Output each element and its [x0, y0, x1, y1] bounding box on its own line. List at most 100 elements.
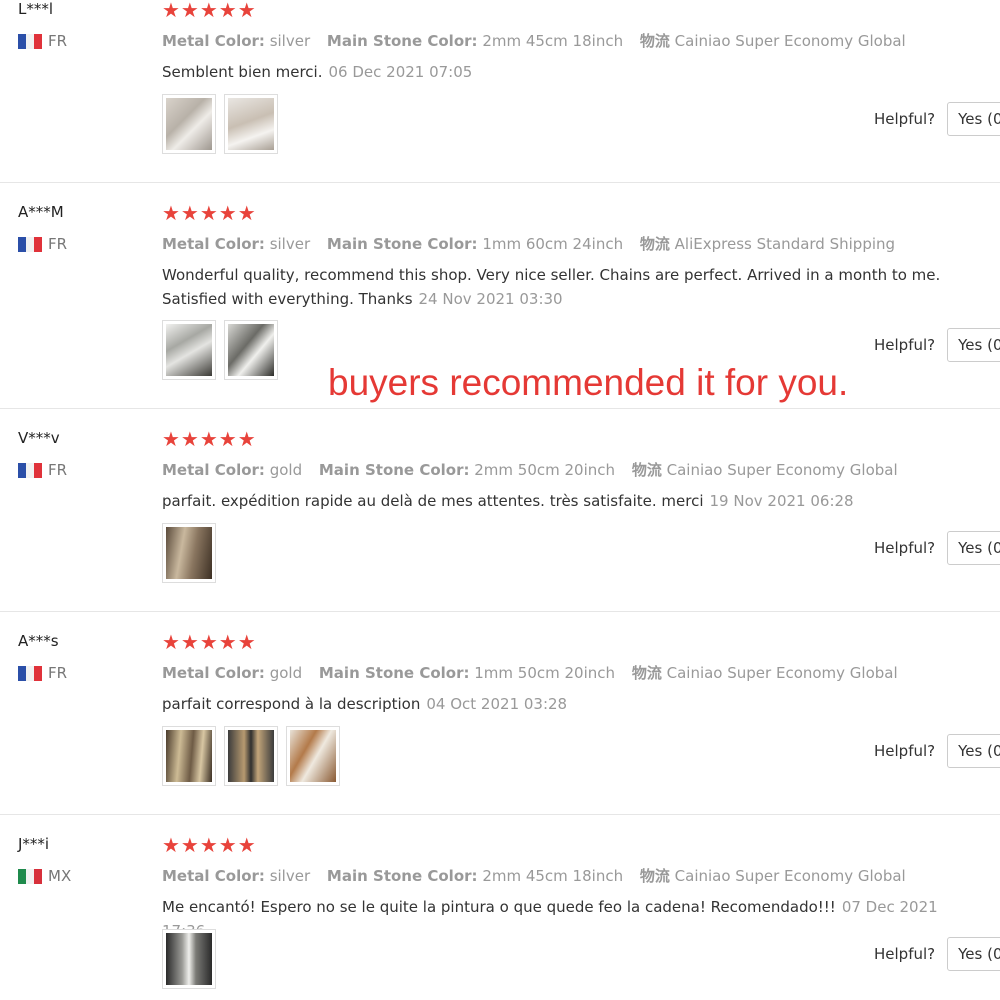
- review-date: 06 Dec 2021 07:05: [328, 63, 473, 81]
- review-text: Me encantó! Espero no se le quite la pin…: [162, 895, 982, 943]
- helpful-label: Helpful?: [874, 110, 936, 128]
- review-text: parfait. expédition rapide au delà de me…: [162, 489, 982, 513]
- helpful-yes-button[interactable]: Yes (0): [947, 328, 1000, 362]
- attr-value: silver: [269, 32, 311, 50]
- review-body: Me encantó! Espero no se le quite la pin…: [162, 898, 836, 916]
- country: FR: [18, 664, 67, 682]
- review-item: L***l FR ★★★★★ Metal Color: silver Main …: [0, 0, 1000, 183]
- helpful-section: Helpful? Yes (0): [874, 937, 1000, 971]
- attr-label: Main Stone Color:: [326, 32, 478, 50]
- review-image-thumbnail[interactable]: [162, 929, 216, 989]
- attr-value: Cainiao Super Economy Global: [674, 32, 906, 50]
- attr-value: Cainiao Super Economy Global: [666, 664, 898, 682]
- attr-value: silver: [269, 235, 311, 253]
- attr-label: Metal Color:: [162, 461, 265, 479]
- country: MX: [18, 867, 71, 885]
- attr-label: 物流: [631, 664, 662, 682]
- review-image-thumbnail[interactable]: [162, 726, 216, 786]
- attr-value: 2mm 50cm 20inch: [474, 461, 616, 479]
- star-rating: ★★★★★: [162, 427, 257, 451]
- helpful-section: Helpful? Yes (0): [874, 102, 1000, 136]
- sku-attributes: Metal Color: silver Main Stone Color: 1m…: [162, 233, 907, 254]
- review-body: parfait. expédition rapide au delà de me…: [162, 492, 704, 510]
- mexico-flag-icon: [18, 868, 42, 884]
- review-text: parfait correspond à la description 04 Oc…: [162, 692, 982, 716]
- attr-label: 物流: [639, 867, 670, 885]
- sku-attributes: Metal Color: silver Main Stone Color: 2m…: [162, 30, 918, 51]
- attr-label: Metal Color:: [162, 664, 265, 682]
- user-name: J***i: [18, 835, 50, 853]
- sku-attributes: Metal Color: silver Main Stone Color: 2m…: [162, 865, 918, 886]
- attr-label: 物流: [639, 235, 670, 253]
- review-images: [162, 523, 224, 583]
- attr-label: 物流: [631, 461, 662, 479]
- review-images: [162, 929, 224, 989]
- review-image-thumbnail[interactable]: [162, 94, 216, 154]
- country-code: FR: [48, 235, 68, 253]
- review-images: [162, 320, 286, 380]
- helpful-section: Helpful? Yes (0): [874, 328, 1000, 362]
- helpful-label: Helpful?: [874, 336, 936, 354]
- star-rating: ★★★★★: [162, 630, 257, 654]
- review-body: Semblent bien merci.: [162, 63, 323, 81]
- review-body: parfait correspond à la description: [162, 695, 421, 713]
- france-flag-icon: [18, 462, 42, 478]
- user-name: A***M: [18, 203, 64, 221]
- review-date: 24 Nov 2021 03:30: [418, 290, 563, 308]
- user-name: L***l: [18, 0, 54, 18]
- attr-value: gold: [269, 461, 303, 479]
- review-image-thumbnail[interactable]: [162, 523, 216, 583]
- attr-value: gold: [269, 664, 303, 682]
- sku-attributes: Metal Color: gold Main Stone Color: 2mm …: [162, 459, 910, 480]
- helpful-section: Helpful? Yes (0): [874, 734, 1000, 768]
- attr-value: Cainiao Super Economy Global: [666, 461, 898, 479]
- helpful-label: Helpful?: [874, 945, 936, 963]
- attr-value: 2mm 45cm 18inch: [482, 867, 624, 885]
- attr-label: Main Stone Color:: [318, 664, 470, 682]
- review-image-thumbnail[interactable]: [286, 726, 340, 786]
- attr-value: 1mm 60cm 24inch: [482, 235, 624, 253]
- country: FR: [18, 461, 67, 479]
- helpful-label: Helpful?: [874, 539, 936, 557]
- helpful-label: Helpful?: [874, 742, 936, 760]
- review-image-thumbnail[interactable]: [162, 320, 216, 380]
- review-text: Semblent bien merci. 06 Dec 2021 07:05: [162, 60, 982, 84]
- france-flag-icon: [18, 236, 42, 252]
- country-code: FR: [48, 461, 68, 479]
- helpful-yes-button[interactable]: Yes (0): [947, 937, 1000, 971]
- helpful-yes-button[interactable]: Yes (0): [947, 102, 1000, 136]
- attr-label: 物流: [639, 32, 670, 50]
- attr-value: silver: [269, 867, 311, 885]
- helpful-yes-button[interactable]: Yes (0): [947, 734, 1000, 768]
- review-date: 04 Oct 2021 03:28: [426, 695, 568, 713]
- attr-label: Main Stone Color:: [318, 461, 470, 479]
- country: FR: [18, 235, 67, 253]
- attr-value: 2mm 45cm 18inch: [482, 32, 624, 50]
- review-date: 19 Nov 2021 06:28: [709, 492, 854, 510]
- review-image-thumbnail[interactable]: [224, 94, 278, 154]
- review-image-thumbnail[interactable]: [224, 726, 278, 786]
- attr-label: Main Stone Color:: [326, 235, 478, 253]
- review-images: [162, 94, 286, 154]
- attr-label: Metal Color:: [162, 235, 265, 253]
- helpful-section: Helpful? Yes (0): [874, 531, 1000, 565]
- review-image-thumbnail[interactable]: [224, 320, 278, 380]
- review-item: A***s FR ★★★★★ Metal Color: gold Main St…: [0, 632, 1000, 815]
- star-rating: ★★★★★: [162, 833, 257, 857]
- user-name: A***s: [18, 632, 59, 650]
- star-rating: ★★★★★: [162, 201, 257, 225]
- review-images: [162, 726, 348, 786]
- attr-value: 1mm 50cm 20inch: [474, 664, 616, 682]
- country-code: MX: [48, 867, 72, 885]
- promo-overlay-text: buyers recommended it for you.: [328, 362, 849, 403]
- review-item: V***v FR ★★★★★ Metal Color: gold Main St…: [0, 429, 1000, 612]
- star-rating: ★★★★★: [162, 0, 257, 22]
- attr-label: Main Stone Color:: [326, 867, 478, 885]
- country: FR: [18, 32, 67, 50]
- review-item: J***i MX ★★★★★ Metal Color: silver Main …: [0, 835, 1000, 1000]
- attr-value: Cainiao Super Economy Global: [674, 867, 906, 885]
- helpful-yes-button[interactable]: Yes (0): [947, 531, 1000, 565]
- france-flag-icon: [18, 33, 42, 49]
- user-name: V***v: [18, 429, 60, 447]
- france-flag-icon: [18, 665, 42, 681]
